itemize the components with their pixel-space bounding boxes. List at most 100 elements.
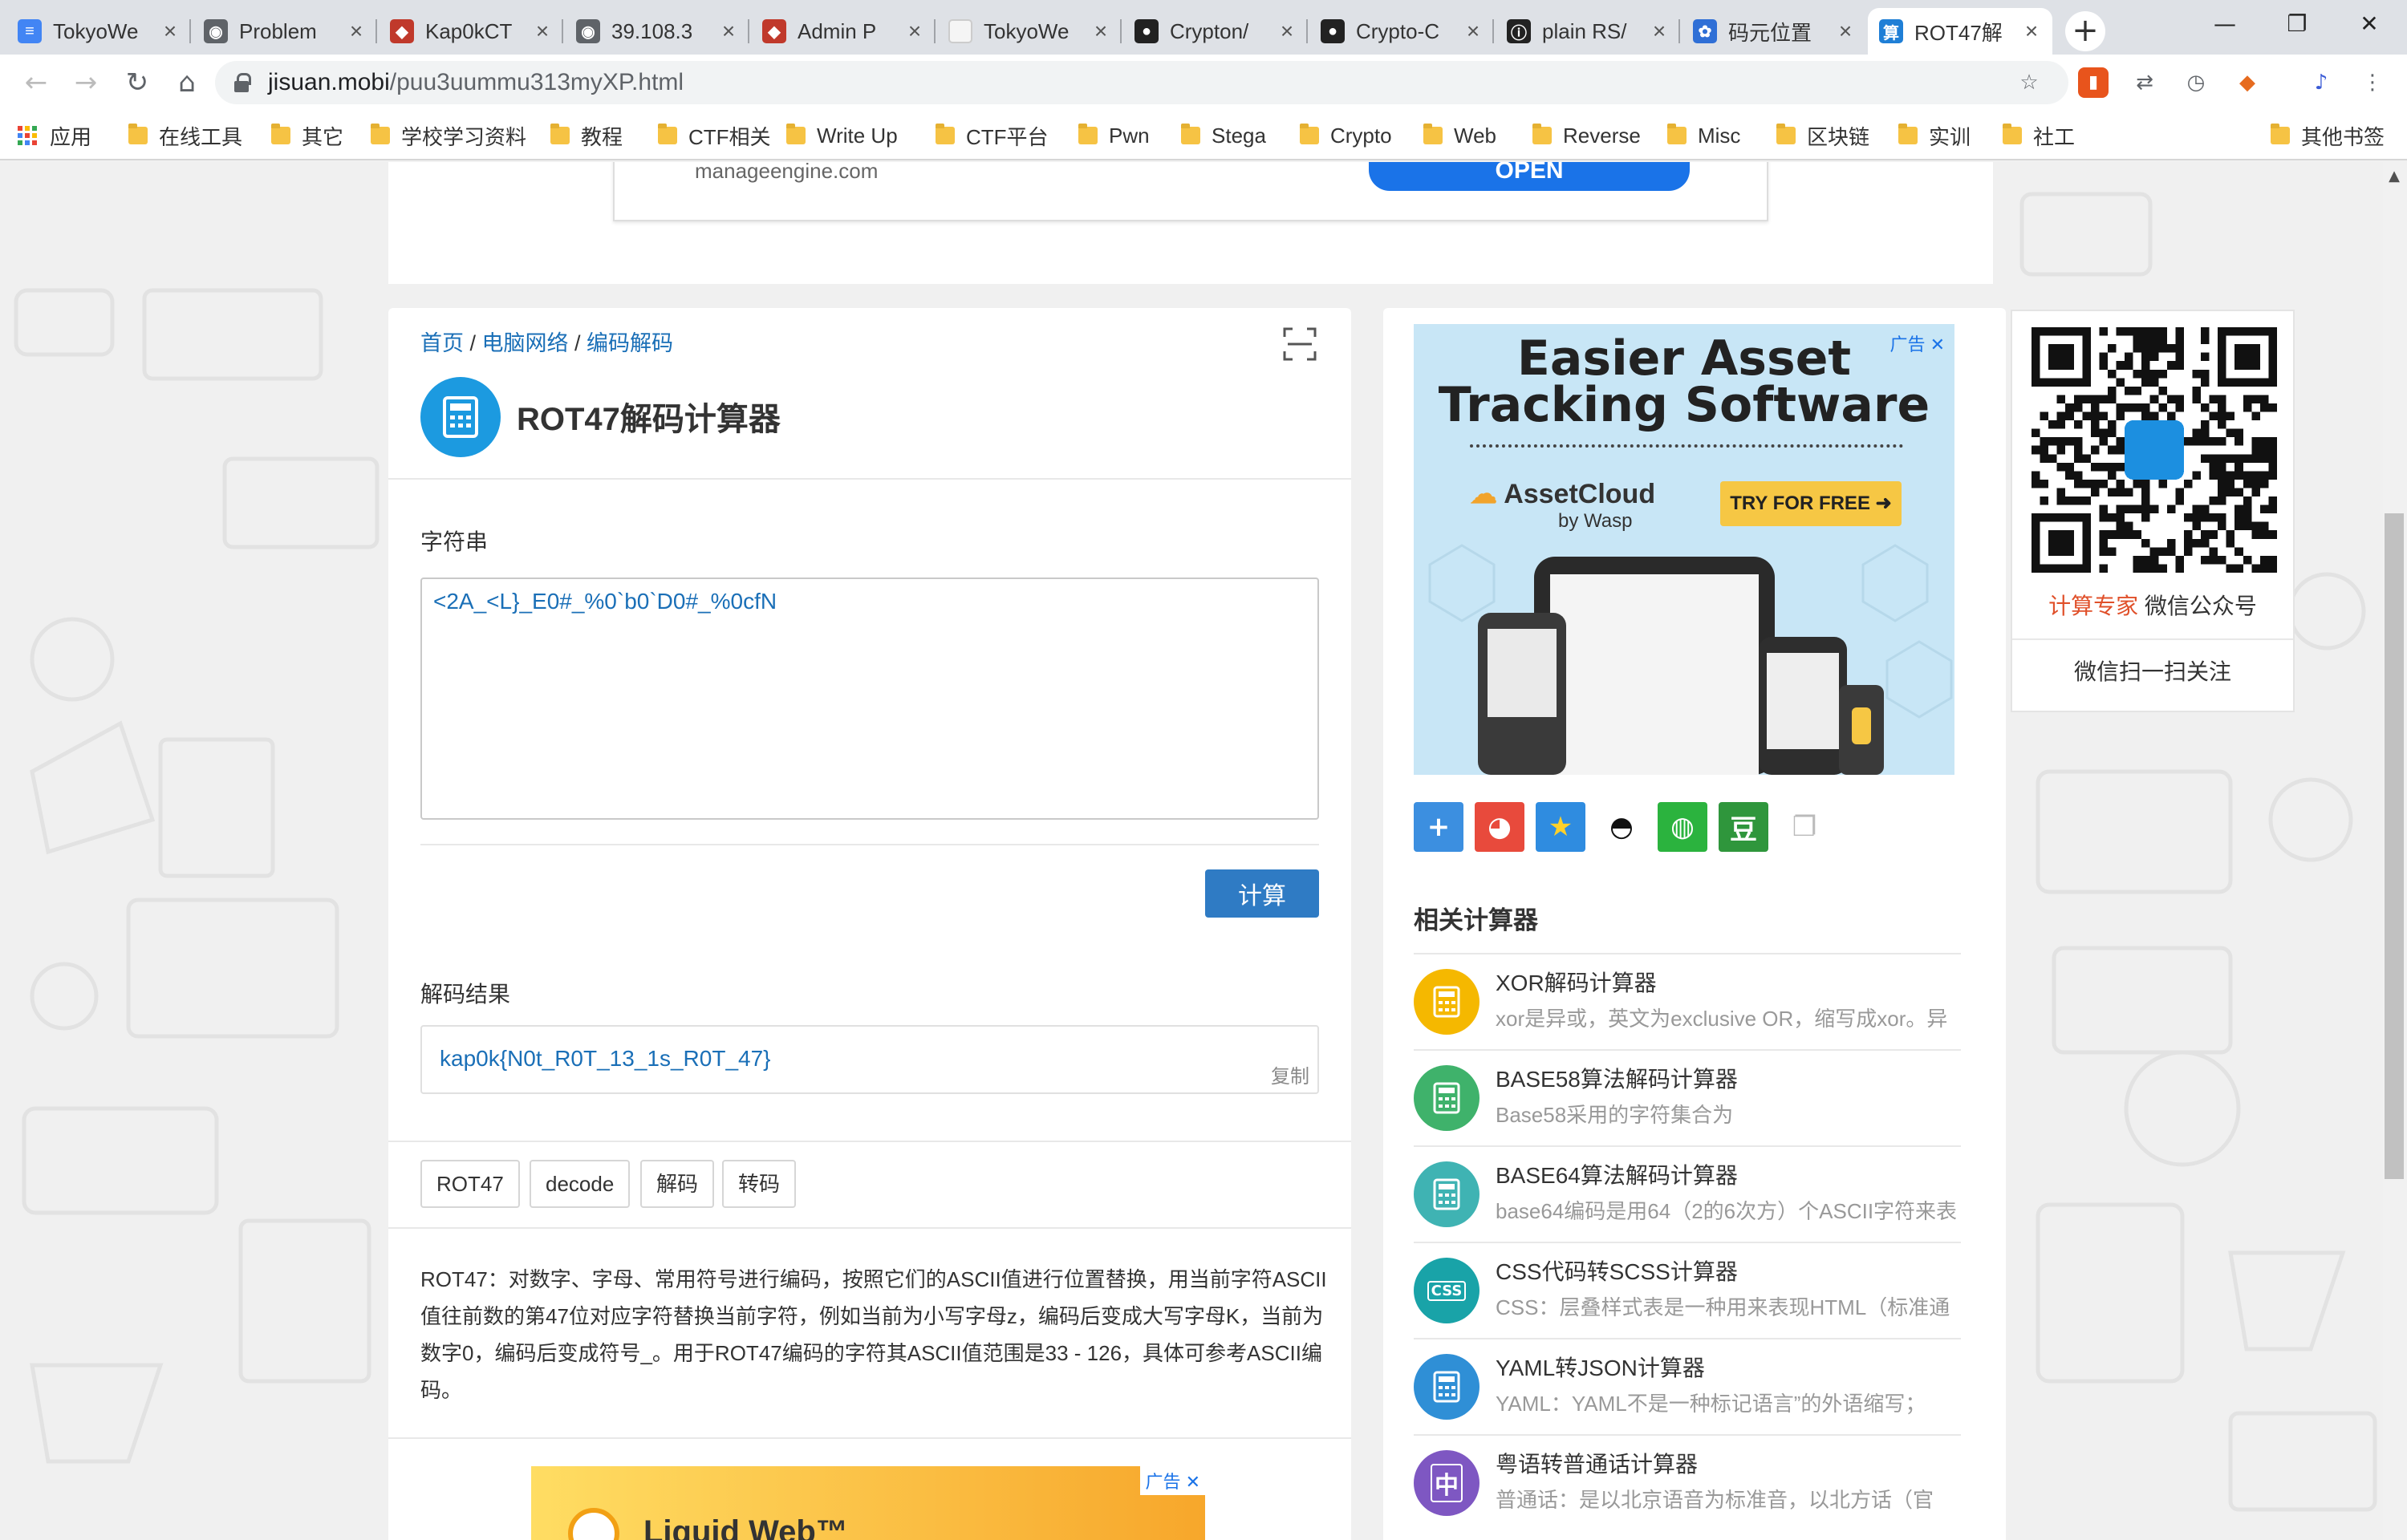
related-desc: YAML：YAML不是一种标记语言”的外语缩写； (1496, 1392, 1926, 1416)
reload-button[interactable]: ↻ (117, 63, 157, 103)
bookmark-folder[interactable]: 在线工具 (128, 120, 242, 151)
tab-separator (934, 19, 936, 43)
bottom-banner-ad[interactable]: Liquid Web™ 广告 ✕ (531, 1466, 1205, 1540)
scroll-up-arrow[interactable]: ▲ (2385, 167, 2404, 186)
result-output[interactable]: kap0k{N0t_R0T_13_1s_R0T_47} 复制 (420, 1025, 1319, 1094)
string-input[interactable]: <2A_<L}_E0#_%0`b0`D0#_%0cfN (420, 578, 1319, 820)
tab-close-icon[interactable]: × (533, 18, 552, 44)
ad-badge[interactable]: 广告 ✕ (1885, 329, 1950, 358)
tab-close-icon[interactable]: × (1836, 18, 1855, 44)
browser-tab[interactable]: ◆ Admin P × (751, 8, 936, 55)
tab-close-icon[interactable]: × (160, 18, 180, 44)
tab-close-icon[interactable]: × (1463, 18, 1483, 44)
bookmark-folder[interactable]: 学校学习资料 (371, 120, 526, 151)
music-extension-icon[interactable]: ♪ (2306, 67, 2336, 98)
browser-tab[interactable]: ◉ 39.108.3 × (565, 8, 749, 55)
scrollbar-thumb[interactable] (2385, 513, 2404, 1179)
close-window-button[interactable]: ✕ (2333, 0, 2405, 48)
browser-tab[interactable]: ● Crypto-C × (1309, 8, 1494, 55)
tab-close-icon[interactable]: × (347, 18, 366, 44)
douban-icon[interactable]: 豆 (1719, 802, 1768, 852)
bookmark-folder[interactable]: Crypto (1300, 120, 1392, 151)
fox-extension-icon[interactable]: ◆ (2232, 67, 2263, 98)
browser-tab[interactable]: ● Crypton/ × (1123, 8, 1308, 55)
related-item[interactable]: 中 粤语转普通话计算器 普通话：是以北京语音为标准音，以北方话（官 (1414, 1434, 1961, 1530)
qq-icon[interactable]: ◓ (1597, 802, 1646, 852)
weibo-icon[interactable]: ◕ (1475, 802, 1524, 852)
ad-badge[interactable]: 广告 ✕ (1140, 1466, 1205, 1495)
apps-grid-icon (18, 126, 37, 145)
bookmark-folder[interactable]: 实训 (1898, 120, 1971, 151)
back-button[interactable]: ← (16, 63, 56, 103)
browser-tab[interactable]: ≡ TokyoWe × (6, 8, 191, 55)
copy-icon[interactable]: ❐ (1780, 802, 1829, 852)
tab-close-icon[interactable]: × (1091, 18, 1110, 44)
translate-extension-icon[interactable]: ⇄ (2129, 67, 2160, 98)
related-item[interactable]: XOR解码计算器 xor是异或，英文为exclusive OR，缩写成xor。异 (1414, 953, 1961, 1049)
browser-tab[interactable]: ◆ Kap0kCT × (379, 8, 563, 55)
tab-close-icon[interactable]: × (905, 18, 924, 44)
minimize-button[interactable]: — (2189, 0, 2261, 48)
plus-share-icon[interactable]: + (1414, 802, 1463, 852)
qzone-icon[interactable]: ★ (1536, 802, 1585, 852)
bookmark-star-icon[interactable]: ☆ (2014, 67, 2044, 98)
breadcrumb-category[interactable]: 电脑网络 (482, 331, 569, 355)
top-banner-ad[interactable]: manageengine.com OPEN (613, 162, 1768, 221)
office-extension-icon[interactable]: ▮ (2078, 67, 2109, 98)
ad-open-button[interactable]: OPEN (1369, 162, 1690, 191)
tab-close-icon[interactable]: × (719, 18, 738, 44)
calculate-button[interactable]: 计算 (1205, 869, 1319, 918)
bookmark-folder[interactable]: CTF平台 (936, 120, 1049, 151)
forward-button[interactable]: → (66, 63, 106, 103)
bookmark-label: Crypto (1330, 123, 1392, 148)
bookmark-folder[interactable]: Misc (1667, 120, 1740, 151)
other-bookmarks[interactable]: 其他书签 (2271, 120, 2385, 151)
wechat-qr-code (2032, 327, 2277, 573)
bookmark-folder[interactable]: Reverse (1532, 120, 1641, 151)
url-host: jisuan.mobi (268, 69, 390, 95)
tag-decode[interactable]: decode (530, 1160, 631, 1208)
copy-button[interactable]: 复制 (1271, 1060, 1309, 1088)
calculator-icon (1414, 1161, 1480, 1227)
bookmark-folder[interactable]: 其它 (271, 120, 343, 151)
bookmark-folder[interactable]: CTF相关 (658, 120, 771, 151)
sidebar-card: Easier Asset Tracking Software ☁ AssetClo… (1383, 308, 2006, 1540)
tag-rot47[interactable]: ROT47 (420, 1160, 520, 1208)
bookmark-apps[interactable]: 应用 (18, 120, 91, 151)
tab-separator (1306, 19, 1308, 43)
maximize-button[interactable]: ❐ (2261, 0, 2333, 48)
tab-close-icon[interactable]: × (2022, 18, 2041, 44)
bookmark-folder[interactable]: 社工 (2003, 120, 2075, 151)
address-bar[interactable]: jisuan.mobi/puu3uummu313myXP.html (215, 61, 2068, 104)
browser-tab[interactable]: 算 ROT47解 × (1868, 8, 2052, 55)
bookmark-label: Stega (1212, 123, 1266, 148)
tab-close-icon[interactable]: × (1277, 18, 1297, 44)
related-item[interactable]: BASE64算法解码计算器 base64编码是用64（2的6次方）个ASCII字… (1414, 1145, 1961, 1242)
related-desc: 普通话：是以北京语音为标准音，以北方话（官 (1496, 1488, 1934, 1512)
browser-tab[interactable]: ◉ Problem × (193, 8, 377, 55)
wechat-icon[interactable]: ◍ (1658, 802, 1707, 852)
menu-icon[interactable]: ⋮ (2357, 67, 2388, 98)
scan-qr-icon[interactable] (1283, 327, 1317, 361)
tab-close-icon[interactable]: × (1650, 18, 1669, 44)
new-tab-button[interactable]: + (2065, 11, 2105, 51)
related-item[interactable]: CSS CSS代码转SCSS计算器 CSS：层叠样式表是一种用来表现HTML（标… (1414, 1242, 1961, 1338)
tag-jiema[interactable]: 解码 (640, 1160, 715, 1208)
history-extension-icon[interactable]: ◷ (2181, 67, 2211, 98)
breadcrumb-subcategory[interactable]: 编码解码 (587, 331, 673, 355)
bookmark-folder[interactable]: 区块链 (1776, 120, 1869, 151)
bookmark-folder[interactable]: 教程 (550, 120, 623, 151)
breadcrumb-home[interactable]: 首页 (420, 331, 464, 355)
browser-tab[interactable]: ✿ 码元位置 × (1682, 8, 1866, 55)
home-button[interactable]: ⌂ (167, 63, 207, 103)
bookmark-folder[interactable]: Pwn (1078, 120, 1150, 151)
browser-tab[interactable]: TokyoWe × (937, 8, 1122, 55)
bookmark-folder[interactable]: Stega (1181, 120, 1266, 151)
tag-zhuanma[interactable]: 转码 (722, 1160, 797, 1208)
related-item[interactable]: BASE58算法解码计算器 Base58采用的字符集合为 (1414, 1049, 1961, 1145)
related-item[interactable]: YAML转JSON计算器 YAML：YAML不是一种标记语言”的外语缩写； (1414, 1338, 1961, 1434)
browser-tab[interactable]: ⓘ plain RS/ × (1496, 8, 1680, 55)
side-ad[interactable]: Easier Asset Tracking Software ☁ AssetClo… (1414, 324, 1954, 775)
bookmark-folder[interactable]: Write Up (786, 120, 898, 151)
bookmark-folder[interactable]: Web (1423, 120, 1496, 151)
